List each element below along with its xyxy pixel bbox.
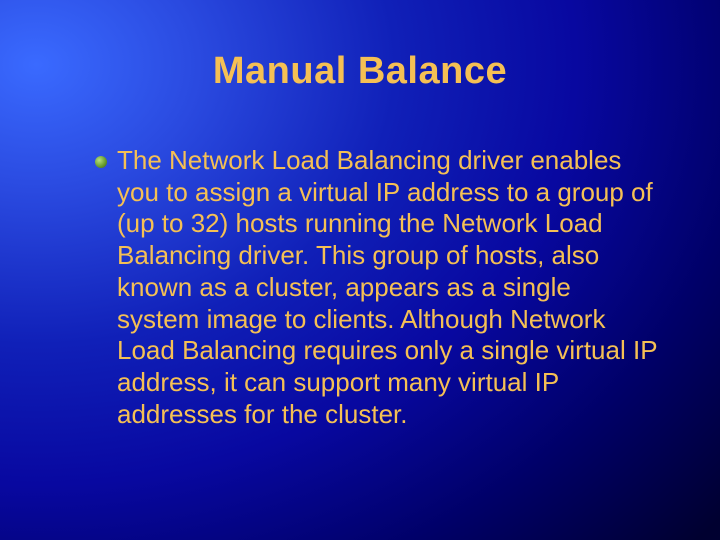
slide-body: The Network Load Balancing driver enable… xyxy=(95,145,660,430)
slide-title: Manual Balance xyxy=(0,50,720,93)
bullet-text: The Network Load Balancing driver enable… xyxy=(117,145,660,430)
bullet-icon xyxy=(95,156,107,168)
bullet-item: The Network Load Balancing driver enable… xyxy=(95,145,660,430)
